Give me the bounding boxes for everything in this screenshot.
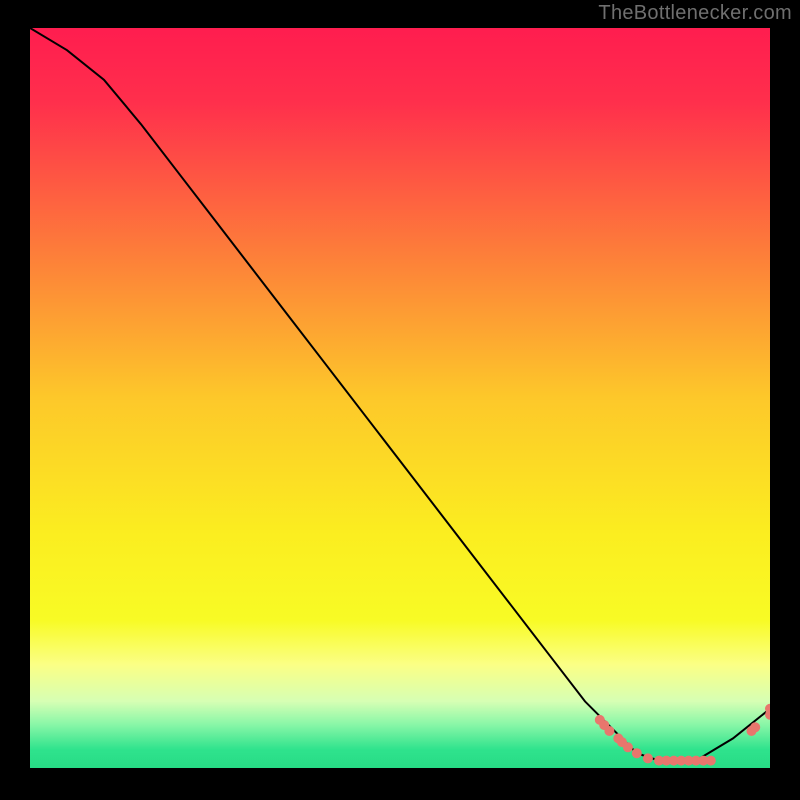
data-marker [706,756,716,766]
data-marker [623,742,633,752]
gradient-background [30,28,770,768]
plot-area [30,28,770,768]
data-marker [643,753,653,763]
attribution-label: TheBottlenecker.com [598,2,792,25]
chart-container: TheBottlenecker.com [0,0,800,800]
data-marker [632,748,642,758]
chart-svg [30,28,770,768]
data-marker [750,722,760,732]
data-marker [604,726,614,736]
